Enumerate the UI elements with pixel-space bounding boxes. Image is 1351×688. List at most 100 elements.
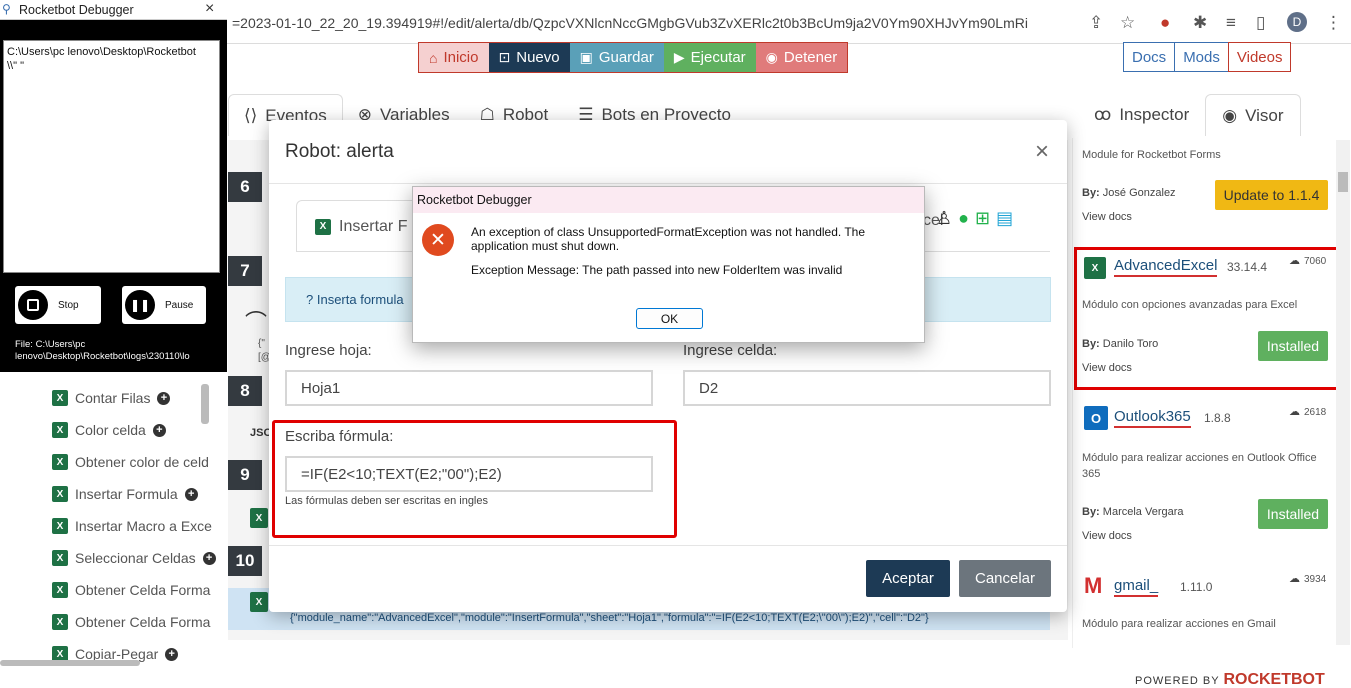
rocketbot-logo: ROCKETBOT bbox=[1223, 671, 1325, 688]
modal-close-icon[interactable]: × bbox=[1035, 138, 1049, 166]
save-label: Guardar bbox=[598, 49, 654, 66]
videos-link[interactable]: Videos bbox=[1227, 42, 1292, 72]
right-scrollbar-thumb[interactable] bbox=[1338, 172, 1348, 192]
plus-icon[interactable]: + bbox=[165, 647, 179, 661]
right-scrollbar[interactable] bbox=[1336, 140, 1350, 645]
author-label: By: bbox=[1082, 506, 1100, 518]
excel-icon: X bbox=[52, 582, 68, 598]
modal-divider bbox=[269, 183, 1067, 184]
tab-inspector[interactable]: ꝏ Inspector bbox=[1078, 94, 1205, 136]
mods-link[interactable]: Mods bbox=[1174, 42, 1229, 72]
plus-icon[interactable]: + bbox=[202, 551, 216, 565]
sheet-input[interactable]: Hoja1 bbox=[285, 370, 653, 406]
media-queue-icon[interactable]: ≡ bbox=[1226, 13, 1236, 33]
excel-icon: X bbox=[52, 550, 68, 566]
sidebar-item-label: Contar Filas bbox=[75, 390, 151, 406]
new-file-icon: ⊡ bbox=[498, 49, 511, 65]
file-line: lenovo\Desktop\Rocketbot\logs\230110\lo bbox=[15, 351, 190, 362]
accept-button[interactable]: Aceptar bbox=[866, 560, 950, 597]
sidebar-item[interactable]: X Color celda + bbox=[52, 419, 166, 441]
run-label: Ejecutar bbox=[690, 49, 746, 66]
sidebar-item[interactable]: X Insertar Formula + bbox=[52, 483, 198, 505]
stop-icon: ◉ bbox=[765, 49, 778, 65]
home-icon: ⌂ bbox=[429, 49, 438, 66]
horizontal-scrollbar[interactable] bbox=[0, 660, 140, 666]
log-line: C:\Users\pc lenovo\Desktop\Rocketbot bbox=[7, 46, 196, 58]
view-docs-link[interactable]: View docs bbox=[1082, 211, 1132, 223]
bookmark-star-icon[interactable]: ☆ bbox=[1120, 13, 1135, 33]
eagle-icon: ⌒ bbox=[245, 310, 268, 335]
module-description: Módulo para realizar acciones en Outlook… bbox=[1082, 452, 1317, 480]
home-button[interactable]: ⌂ Inicio bbox=[419, 43, 489, 72]
os-icons: ♙ ● ⊞ ▤ bbox=[936, 208, 1013, 229]
sidebar-item[interactable]: X Obtener Celda Forma bbox=[52, 579, 210, 601]
apple-icon: ● bbox=[958, 208, 970, 228]
module-description: Módulo para realizar acciones en Gmail bbox=[1082, 618, 1276, 630]
debugger-log[interactable]: C:\Users\pc lenovo\Desktop\Rocketbot \\" … bbox=[3, 40, 220, 273]
highlight-box bbox=[1074, 247, 1340, 390]
extension-red-icon[interactable]: ● bbox=[1160, 13, 1170, 33]
excel-icon: X bbox=[52, 614, 68, 630]
stop-label: Stop bbox=[58, 299, 79, 311]
new-button[interactable]: ⊡ Nuevo bbox=[488, 43, 570, 72]
sidebar-item[interactable]: X Obtener color de celd bbox=[52, 451, 209, 473]
owl-icon: ꝏ bbox=[1094, 105, 1112, 124]
play-icon: ▶ bbox=[673, 49, 685, 65]
tab-insertar-formula[interactable]: X Insertar F bbox=[296, 200, 426, 252]
excel-icon: X bbox=[52, 518, 68, 534]
debugger-close-icon[interactable]: × bbox=[205, 0, 214, 18]
debugger-stop-button[interactable]: Stop bbox=[15, 286, 101, 324]
view-docs-link[interactable]: View docs bbox=[1082, 530, 1132, 542]
error-x-icon: ✕ bbox=[422, 224, 454, 256]
excel-icon: X bbox=[250, 592, 268, 612]
tab-visor-label: Visor bbox=[1245, 105, 1284, 125]
new-label: Nuevo bbox=[516, 49, 560, 66]
tab-inspector-label: Inspector bbox=[1119, 105, 1190, 124]
module-name[interactable]: gmail_ bbox=[1114, 577, 1159, 597]
plus-icon[interactable]: + bbox=[152, 423, 166, 437]
excel-icon: X bbox=[52, 422, 68, 438]
sidebar-item-label: Obtener Celda Forma bbox=[75, 582, 211, 598]
module-name[interactable]: Outlook365 bbox=[1114, 408, 1191, 428]
cloud-download-icon: ☁ bbox=[1289, 573, 1300, 585]
update-button[interactable]: Update to 1.1.4 bbox=[1215, 180, 1328, 210]
browser-menu-icon[interactable]: ⋮ bbox=[1325, 13, 1342, 33]
debugger-titlebar: Rocketbot Debugger bbox=[0, 0, 227, 20]
sidebar-item[interactable]: X Insertar Macro a Exce bbox=[52, 515, 212, 537]
right-panel-tabs: ꝏ Inspector ◉ Visor bbox=[1078, 94, 1301, 136]
main-toolbar: ⌂ Inicio ⊡ Nuevo ▣ Guardar ▶ Ejecutar ◉ Deten… bbox=[418, 42, 849, 73]
cell-input[interactable]: D2 bbox=[683, 370, 1051, 406]
error-ok-button[interactable]: OK bbox=[636, 308, 703, 329]
row-number: 10 bbox=[228, 546, 262, 576]
installed-badge[interactable]: Installed bbox=[1258, 499, 1328, 529]
debugger-pause-button[interactable]: ❚❚ Pause bbox=[122, 286, 206, 324]
plus-icon[interactable]: + bbox=[184, 487, 198, 501]
download-count: 2618 bbox=[1304, 407, 1327, 418]
docs-link[interactable]: Docs bbox=[1123, 42, 1176, 72]
author-name: José Gonzalez bbox=[1102, 187, 1176, 199]
cancel-button[interactable]: Cancelar bbox=[959, 560, 1051, 597]
run-button[interactable]: ▶ Ejecutar bbox=[663, 43, 756, 72]
sidebar-scrollbar[interactable] bbox=[201, 384, 209, 424]
address-url[interactable]: =2023-01-10_22_20_19.394919#!/edit/alert… bbox=[232, 15, 1028, 31]
pause-label: Pause bbox=[165, 299, 194, 311]
share-icon[interactable]: ⇪ bbox=[1089, 13, 1103, 33]
sidebar-item[interactable]: X Seleccionar Celdas + bbox=[52, 547, 216, 569]
side-panel-icon[interactable]: ▯ bbox=[1256, 13, 1265, 33]
excel-icon: X bbox=[52, 390, 68, 406]
save-button[interactable]: ▣ Guardar bbox=[569, 43, 664, 72]
docker-icon: ▤ bbox=[996, 208, 1014, 228]
stop-icon bbox=[18, 290, 48, 320]
log-line: \\" " bbox=[7, 60, 24, 72]
profile-avatar[interactable]: D bbox=[1287, 12, 1307, 32]
magnifier-icon: ⚲ bbox=[2, 2, 11, 16]
plus-icon[interactable]: + bbox=[157, 391, 171, 405]
sidebar-item[interactable]: X Obtener Celda Forma bbox=[52, 611, 210, 633]
tab-visor[interactable]: ◉ Visor bbox=[1205, 94, 1301, 136]
stop-button[interactable]: ◉ Detener bbox=[755, 43, 848, 72]
question-circle-icon: ? bbox=[306, 292, 314, 307]
sidebar-item[interactable]: X Contar Filas + bbox=[52, 387, 171, 409]
puzzle-extensions-icon[interactable]: ✱ bbox=[1193, 13, 1207, 33]
powered-label: POWERED BY bbox=[1135, 675, 1220, 687]
author-label: By: bbox=[1082, 187, 1100, 199]
